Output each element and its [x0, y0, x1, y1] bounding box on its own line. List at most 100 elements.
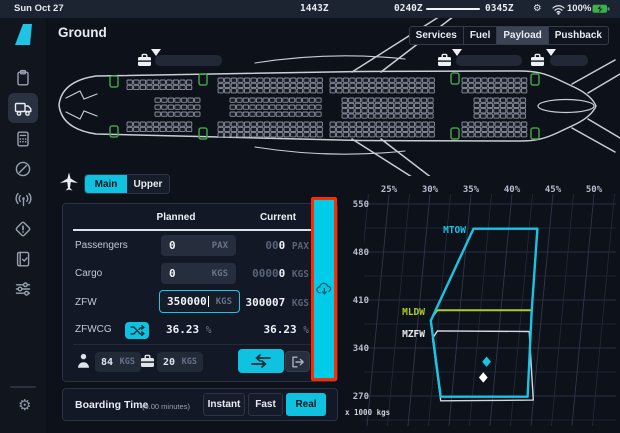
briefcase-icon [137, 53, 152, 67]
status-date: Sun Oct 27 [14, 3, 64, 14]
boarding-time-duration: (0.00 minutes) [142, 402, 190, 411]
boarding-time-panel: Boarding Time (0.00 minutes) Instant Fas… [62, 388, 338, 421]
x-tick-label: 25% [381, 185, 398, 195]
payload-panel: Planned Current Passengers 0 PAX 000 PAX… [62, 203, 338, 382]
cargo-fill-bar [456, 55, 522, 66]
person-icon [77, 353, 90, 369]
warning-diamond-icon [14, 220, 32, 238]
sidebar-item-failures[interactable] [8, 214, 38, 244]
briefcase-icon [140, 354, 155, 368]
y-tick-label: 410 [353, 296, 369, 306]
sidebar-item-settings-sliders[interactable] [8, 274, 38, 304]
cargo-hold-selector[interactable] [530, 49, 588, 68]
cargo-hold-selector[interactable] [437, 49, 522, 68]
transfer-button[interactable] [238, 349, 284, 373]
tab-fuel[interactable]: Fuel [463, 27, 497, 44]
leg-progress-line [426, 8, 480, 10]
efb-ground-page: Sun Oct 27 1443Z 0240Z 0345Z ⚙ 100% [0, 0, 620, 433]
gear-icon[interactable]: ⚙ [533, 3, 542, 14]
briefcase-icon [530, 53, 545, 67]
envelope-label-mzfw: MZFW [402, 329, 425, 340]
envelope-label-mldw: MLDW [402, 307, 425, 318]
bag-weight-value: 20 [163, 357, 175, 368]
envelope-label-mtow: MTOW [443, 225, 466, 236]
chart-unit-label: x 1000 kgs [345, 408, 390, 417]
zfw-current: 300007 KGS [189, 291, 309, 315]
sidebar-item-ground-services[interactable] [8, 93, 38, 123]
cargo-fill-bar [550, 55, 588, 66]
y-tick-label: 270 [353, 392, 369, 402]
pax-weight-value: 84 [101, 357, 113, 368]
y-tick-label: 550 [353, 200, 369, 210]
boarding-instant-button[interactable]: Instant [203, 393, 245, 416]
bag-weight-unit: KGS [182, 357, 197, 367]
sliders-icon [14, 280, 32, 298]
sidebar-item-navigation[interactable] [8, 154, 38, 184]
battery-charging-icon [592, 4, 610, 14]
x-tick-label: 50% [586, 185, 603, 195]
row-label-passengers: Passengers [75, 235, 128, 256]
seat-blocks [127, 78, 527, 137]
x-tick-label: 35% [463, 185, 480, 195]
tab-services[interactable]: Services [410, 27, 463, 44]
y-tick-label: 480 [353, 248, 369, 258]
airplane-icon [59, 172, 79, 192]
load-progress-bar[interactable] [314, 200, 334, 378]
app-logo [12, 23, 36, 48]
status-bar: Sun Oct 27 1443Z 0240Z 0345Z ⚙ 100% [0, 0, 620, 18]
ground-tab-bar: Services Fuel Payload Pushback [409, 26, 609, 45]
leg-end-time: 0345Z [485, 3, 514, 14]
clipboard-icon [14, 69, 32, 87]
compass-icon [14, 160, 32, 178]
gear-icon[interactable]: ⚙ [18, 396, 31, 414]
tab-payload[interactable]: Payload [496, 27, 547, 44]
tab-pushback[interactable]: Pushback [548, 27, 608, 44]
cargo-hold-selector[interactable] [137, 49, 222, 68]
cloud-download-icon [316, 282, 333, 296]
shuffle-icon [130, 325, 145, 336]
export-icon [291, 356, 305, 368]
cg-point-current-weight-cg [482, 357, 491, 367]
sidebar: ⚙ [0, 18, 46, 433]
checklist-icon [14, 250, 32, 268]
bag-weight-input[interactable]: 20 KGS [157, 352, 203, 372]
leg-start-time: 0240Z [394, 3, 423, 14]
export-button[interactable] [285, 351, 310, 372]
x-tick-label: 45% [545, 185, 562, 195]
battery-percentage: 100% [567, 3, 591, 14]
x-tick-label: 40% [504, 185, 521, 195]
zfwcg-current: 36.23 % [189, 321, 309, 340]
deck-selector: Main Upper [84, 174, 170, 194]
antenna-icon [14, 190, 33, 208]
briefcase-icon [437, 53, 452, 67]
sidebar-item-checklist[interactable] [8, 244, 38, 274]
column-header-planned: Planned [136, 212, 216, 223]
selection-highlight [311, 197, 337, 381]
sidebar-item-radio[interactable] [8, 184, 38, 214]
x-tick-label: 30% [422, 185, 439, 195]
cargo-current: 00000 KGS [189, 263, 309, 285]
sidebar-item-clipboard[interactable] [8, 63, 38, 93]
cg-point-planned-zfw-cg [479, 372, 488, 382]
row-label-zfw: ZFW [75, 291, 97, 314]
tab-upper-deck[interactable]: Upper [127, 175, 169, 193]
boarding-real-button[interactable]: Real [286, 393, 326, 416]
pax-weight-input[interactable]: 84 KGS [95, 352, 141, 372]
cargo-planned-value: 0 [169, 267, 176, 280]
boarding-fast-button[interactable]: Fast [248, 393, 283, 416]
column-header-current: Current [238, 212, 318, 223]
pax-weight-unit: KGS [120, 357, 135, 367]
zfwcg-toggle-button[interactable] [125, 322, 149, 339]
tab-main-deck[interactable]: Main [85, 175, 127, 193]
row-label-zfwcg: ZFWCG [75, 321, 112, 339]
y-tick-label: 340 [353, 344, 369, 354]
sidebar-item-performance[interactable] [8, 124, 38, 154]
header-underline [73, 229, 311, 231]
calculator-icon [14, 130, 32, 148]
truck-icon [14, 99, 33, 117]
envelope-mldw [433, 310, 531, 316]
row-label-cargo: Cargo [75, 263, 102, 284]
row-divider [73, 344, 311, 345]
sidebar-divider [10, 386, 36, 388]
cg-envelope-chart: MTOW MLDW MZFW 25% 30% 35% 40% 45% 50% 550 480 410 3… [340, 178, 620, 433]
